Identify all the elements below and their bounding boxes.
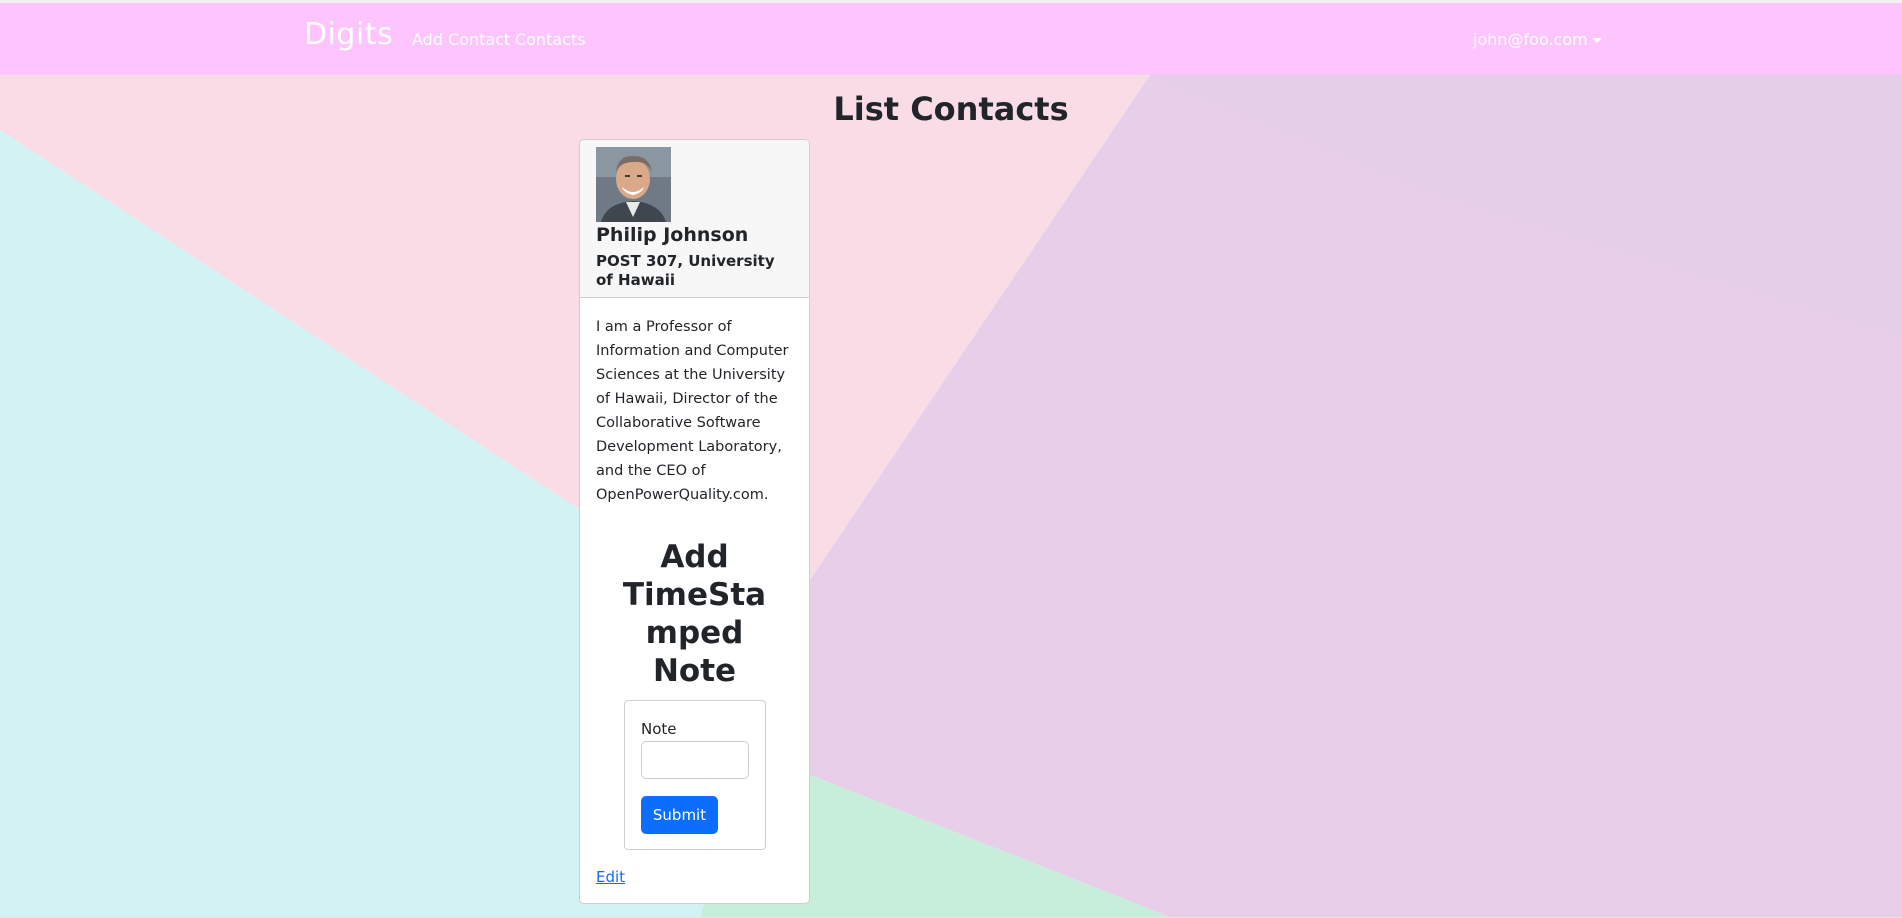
contact-description: I am a Professor of Information and Comp… [596, 319, 789, 503]
brand-logo[interactable]: Digits [304, 17, 393, 52]
page-background [0, 75, 1902, 917]
add-note-title: Add TimeSta mped Note [622, 539, 767, 689]
contact-card: Philip Johnson POST 307, University of H… [579, 139, 810, 904]
pastel-background-shapes [0, 75, 1902, 917]
note-input[interactable] [641, 741, 749, 779]
nav-contacts[interactable]: Contacts [515, 30, 586, 49]
card-header: Philip Johnson POST 307, University of H… [580, 140, 809, 298]
contact-address: POST 307, University of Hawaii [596, 252, 775, 289]
navbar: Digits Add Contact Contacts john@foo.com [0, 3, 1902, 75]
caret-down-icon [1591, 38, 1602, 43]
nav-add-contact[interactable]: Add Contact [412, 30, 510, 49]
user-email: john@foo.com [1473, 30, 1588, 49]
submit-button[interactable]: Submit [641, 796, 718, 834]
avatar [596, 147, 671, 222]
page-title: List Contacts [833, 90, 1069, 128]
user-menu[interactable]: john@foo.com [1473, 30, 1602, 49]
add-note-form: Note Submit [624, 700, 766, 850]
edit-link[interactable]: Edit [596, 868, 625, 886]
note-label: Note [641, 720, 677, 738]
contact-name: Philip Johnson [596, 224, 749, 246]
